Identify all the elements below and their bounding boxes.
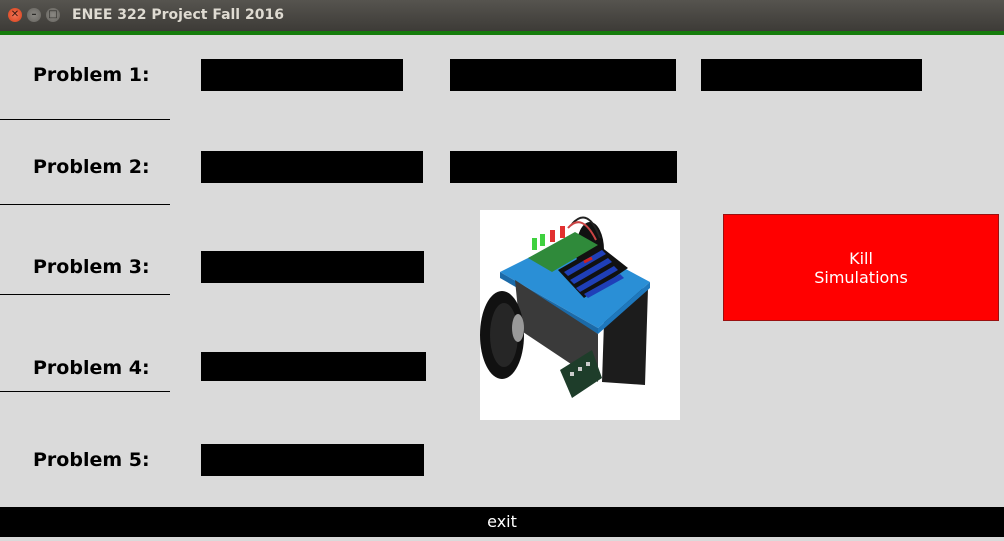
problem-5-button[interactable] [201,444,424,476]
problem-2-button-b[interactable] [450,151,677,183]
problem-4-button[interactable] [201,352,426,381]
maximize-icon[interactable]: □ [46,8,60,22]
problem-3-button[interactable] [201,251,424,283]
divider [0,204,170,205]
problem-1-button-c[interactable] [701,59,922,91]
minimize-icon[interactable]: – [27,8,41,22]
problem-4-label: Problem 4: [33,357,150,379]
problem-3-label: Problem 3: [33,256,150,278]
problem-5-label: Problem 5: [33,449,150,471]
kill-button-line1: Kill [849,248,873,268]
kill-button-line2: Simulations [814,267,908,287]
divider [0,294,170,295]
bottom-strip [0,537,1004,541]
kill-simulations-button[interactable]: Kill Simulations [723,214,999,321]
accent-bar [0,31,1004,35]
close-icon[interactable]: ✕ [8,8,22,22]
robot-image [480,210,680,420]
problem-1-button-b[interactable] [450,59,676,91]
exit-button[interactable]: exit [0,507,1004,537]
divider [0,391,170,392]
divider [0,119,170,120]
problem-1-label: Problem 1: [33,64,150,86]
window-title: ENEE 322 Project Fall 2016 [72,7,284,23]
problem-2-button-a[interactable] [201,151,423,183]
problem-2-label: Problem 2: [33,156,150,178]
problem-1-button-a[interactable] [201,59,403,91]
window-titlebar: ✕ – □ ENEE 322 Project Fall 2016 [0,0,1004,31]
